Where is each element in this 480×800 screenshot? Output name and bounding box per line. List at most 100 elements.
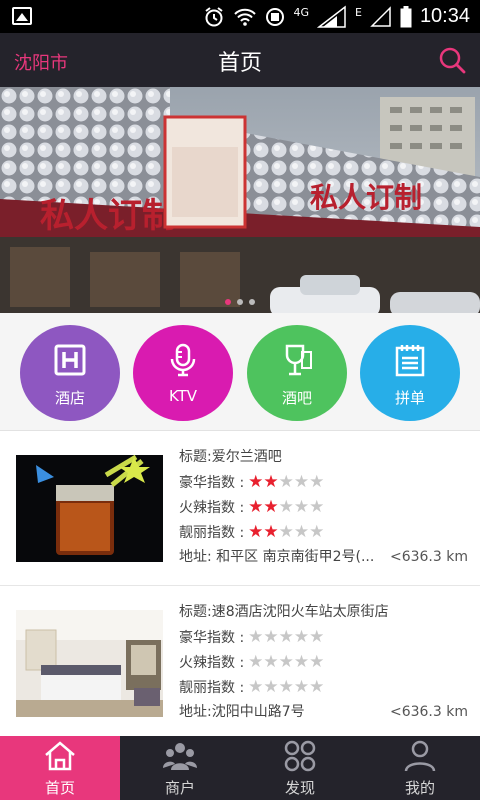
- category-label: 酒店: [54, 389, 85, 407]
- banner-dot-1[interactable]: [225, 299, 231, 305]
- star-empty-icon: ★: [293, 497, 310, 517]
- banner-pagination: [0, 299, 480, 305]
- venue-distance: <636.3 km: [389, 704, 468, 720]
- category-label: 酒吧: [281, 389, 312, 407]
- venue-info: 标题:爱尔兰酒吧 豪华指数 : ★★★★★ 火辣指数 : ★★★★★ 靓丽指数 : ★…: [179, 445, 468, 570]
- star-filled-icon: ★: [263, 472, 279, 492]
- tab-profile[interactable]: 我的: [360, 736, 480, 800]
- notepad-icon: [395, 345, 425, 377]
- star-empty-icon: ★: [309, 652, 325, 672]
- star-empty-icon: ★: [309, 497, 325, 517]
- venue-info: 标题:速8酒店沈阳火车站太原街店 豪华指数 : ★★★★★ 火辣指数 : ★★★★★…: [179, 600, 468, 725]
- hotness-rating: ★★★★★: [248, 650, 324, 675]
- wifi-icon: [234, 8, 257, 26]
- venue-distance: <636.3 km: [389, 549, 468, 565]
- star-filled-icon: ★: [263, 522, 279, 542]
- venue-thumbnail: [16, 610, 163, 717]
- banner-sign-right: 私人订制: [310, 181, 422, 214]
- star-empty-icon: ★: [293, 677, 310, 697]
- banner-dot-2[interactable]: [237, 299, 243, 305]
- star-empty-icon: ★: [293, 472, 310, 492]
- star-empty-icon: ★: [278, 652, 294, 672]
- star-empty-icon: ★: [263, 627, 279, 647]
- network-type-label: 4G: [293, 6, 309, 19]
- search-icon[interactable]: [438, 46, 466, 74]
- venue-title: 标题:爱尔兰酒吧: [179, 449, 282, 465]
- star-empty-icon: ★: [278, 677, 294, 697]
- promo-banner[interactable]: 私人订制 私人订制: [0, 87, 480, 313]
- tab-label: 商户: [164, 779, 195, 797]
- alarm-icon: [205, 6, 224, 26]
- category-label: KTV: [168, 387, 198, 405]
- venue-address: 地址:沈阳中山路7号: [179, 704, 305, 720]
- star-empty-icon: ★: [248, 652, 264, 672]
- tab-discover[interactable]: 发现: [240, 736, 360, 800]
- category-bar[interactable]: 酒吧: [247, 325, 347, 421]
- star-empty-icon: ★: [309, 472, 325, 492]
- category-group-order[interactable]: 拼单: [360, 325, 460, 421]
- star-empty-icon: ★: [248, 627, 264, 647]
- star-empty-icon: ★: [293, 522, 310, 542]
- star-empty-icon: ★: [309, 627, 325, 647]
- star-filled-icon: ★: [248, 497, 264, 517]
- luxury-rating: ★★★★★: [248, 470, 324, 495]
- hotness-label: 火辣指数 :: [179, 500, 245, 516]
- hotness-label: 火辣指数 :: [179, 655, 245, 671]
- signal-icon: [316, 4, 346, 28]
- profile-icon: [404, 740, 436, 772]
- signal-icon-2: [370, 5, 391, 27]
- luxury-label: 豪华指数 :: [179, 475, 245, 491]
- category-bar: 酒店 KTV 酒吧 拼单: [0, 313, 480, 431]
- beauty-label: 靓丽指数 :: [179, 680, 245, 696]
- status-icons: 4G E 10:34: [203, 0, 470, 33]
- star-empty-icon: ★: [309, 522, 325, 542]
- banner-dot-3[interactable]: [249, 299, 255, 305]
- clock: 10:34: [419, 5, 470, 27]
- luxury-label: 豪华指数 :: [179, 630, 245, 646]
- star-empty-icon: ★: [263, 652, 279, 672]
- star-empty-icon: ★: [293, 652, 310, 672]
- tab-label: 我的: [404, 779, 435, 797]
- star-filled-icon: ★: [248, 522, 264, 542]
- list-item[interactable]: 标题:爱尔兰酒吧 豪华指数 : ★★★★★ 火辣指数 : ★★★★★ 靓丽指数 : ★…: [0, 431, 480, 586]
- list-item[interactable]: 标题:速8酒店沈阳火车站太原街店 豪华指数 : ★★★★★ 火辣指数 : ★★★★★…: [0, 586, 480, 736]
- category-label: 拼单: [394, 389, 425, 407]
- tab-home[interactable]: 首页: [0, 736, 120, 800]
- star-empty-icon: ★: [248, 677, 264, 697]
- beauty-rating: ★★★★★: [248, 675, 324, 700]
- data-saver-icon: [266, 7, 285, 26]
- status-bar: 4G E 10:34: [0, 0, 480, 33]
- hotness-rating: ★★★★★: [248, 495, 324, 520]
- network-type-label-2: E: [354, 6, 362, 19]
- venue-list: 标题:爱尔兰酒吧 豪华指数 : ★★★★★ 火辣指数 : ★★★★★ 靓丽指数 : ★…: [0, 431, 480, 736]
- star-empty-icon: ★: [263, 677, 279, 697]
- bottom-tab-bar: 首页 商户 发现 我的: [0, 736, 480, 800]
- star-filled-icon: ★: [248, 472, 264, 492]
- microphone-icon: [170, 343, 196, 377]
- venue-thumbnail: [16, 455, 163, 562]
- tab-label: 首页: [44, 779, 75, 797]
- star-empty-icon: ★: [278, 472, 294, 492]
- beauty-label: 靓丽指数 :: [179, 525, 245, 541]
- merchants-icon: [163, 743, 197, 770]
- gallery-notification-icon: [12, 7, 32, 25]
- home-icon: [45, 741, 75, 771]
- star-empty-icon: ★: [293, 627, 310, 647]
- category-ktv[interactable]: KTV: [133, 325, 233, 421]
- banner-sign-left: 私人订制: [40, 196, 176, 236]
- category-hotel[interactable]: 酒店: [20, 325, 120, 421]
- discover-icon: [284, 740, 316, 772]
- battery-icon: [400, 5, 412, 27]
- banner-image: 私人订制 私人订制: [0, 87, 480, 313]
- page-title: 首页: [217, 51, 262, 76]
- beauty-rating: ★★★★★: [248, 520, 324, 545]
- venue-title: 标题:速8酒店沈阳火车站太原街店: [179, 604, 389, 620]
- star-empty-icon: ★: [309, 677, 325, 697]
- star-filled-icon: ★: [263, 497, 279, 517]
- star-empty-icon: ★: [278, 522, 294, 542]
- tab-merchants[interactable]: 商户: [120, 736, 240, 800]
- venue-address: 地址: 和平区 南京南街甲2号(...: [179, 549, 375, 565]
- app-header: 沈阳市 首页: [0, 33, 480, 87]
- luxury-rating: ★★★★★: [248, 625, 324, 650]
- tab-label: 发现: [284, 779, 315, 797]
